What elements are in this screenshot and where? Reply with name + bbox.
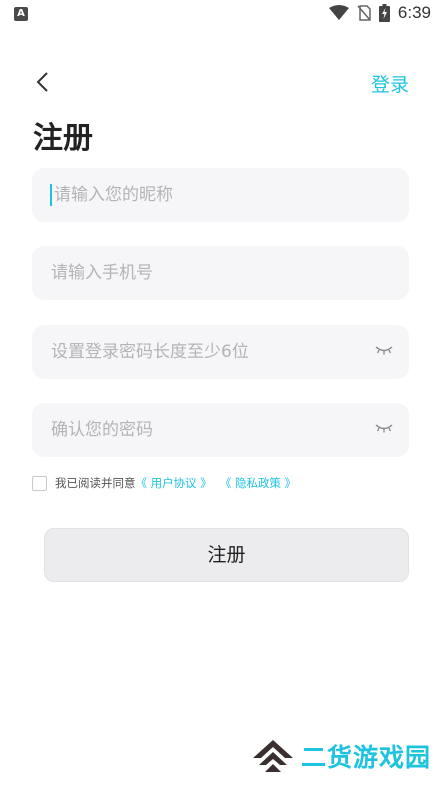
chevron-left-icon: [36, 72, 48, 92]
agreement-checkbox[interactable]: [32, 475, 47, 491]
agreement-row: 我已阅读并同意 《 用户协议 》 《 隐私政策 》: [32, 475, 296, 491]
page-title: 注册: [33, 121, 93, 156]
confirm-password-placeholder: 确认您的密码: [51, 420, 153, 440]
nickname-placeholder: 请输入您的昵称: [54, 185, 173, 205]
wifi-icon: [328, 5, 349, 20]
back-button[interactable]: [32, 70, 56, 94]
phone-placeholder: 请输入手机号: [51, 263, 153, 283]
text-caret: [50, 184, 52, 206]
no-sim-icon: [357, 5, 371, 21]
register-button[interactable]: 注册: [44, 528, 409, 582]
agreement-text: 我已阅读并同意: [55, 476, 136, 490]
user-agreement-link[interactable]: 《 用户协议 》: [136, 475, 212, 491]
confirm-password-field[interactable]: 确认您的密码: [32, 403, 409, 457]
status-icons: 6:39: [328, 3, 431, 23]
login-link[interactable]: 登录: [371, 70, 409, 97]
privacy-policy-link[interactable]: 《 隐私政策 》: [220, 475, 296, 491]
app-notification-icon: A: [14, 7, 28, 21]
eye-closed-icon[interactable]: [375, 343, 393, 357]
status-bar: A 6:39: [0, 0, 441, 30]
watermark-text: 二货游戏园: [300, 743, 431, 772]
nickname-field[interactable]: 请输入您的昵称: [32, 168, 409, 222]
phone-field[interactable]: 请输入手机号: [32, 246, 409, 300]
password-placeholder: 设置登录密码长度至少6位: [51, 342, 249, 362]
battery-charging-icon: [378, 4, 390, 22]
eye-closed-icon[interactable]: [375, 421, 393, 435]
watermark: 二货游戏园: [251, 738, 431, 774]
watermark-logo-icon: [252, 740, 293, 772]
status-time: 6:39: [397, 3, 431, 22]
password-field[interactable]: 设置登录密码长度至少6位: [32, 325, 409, 379]
